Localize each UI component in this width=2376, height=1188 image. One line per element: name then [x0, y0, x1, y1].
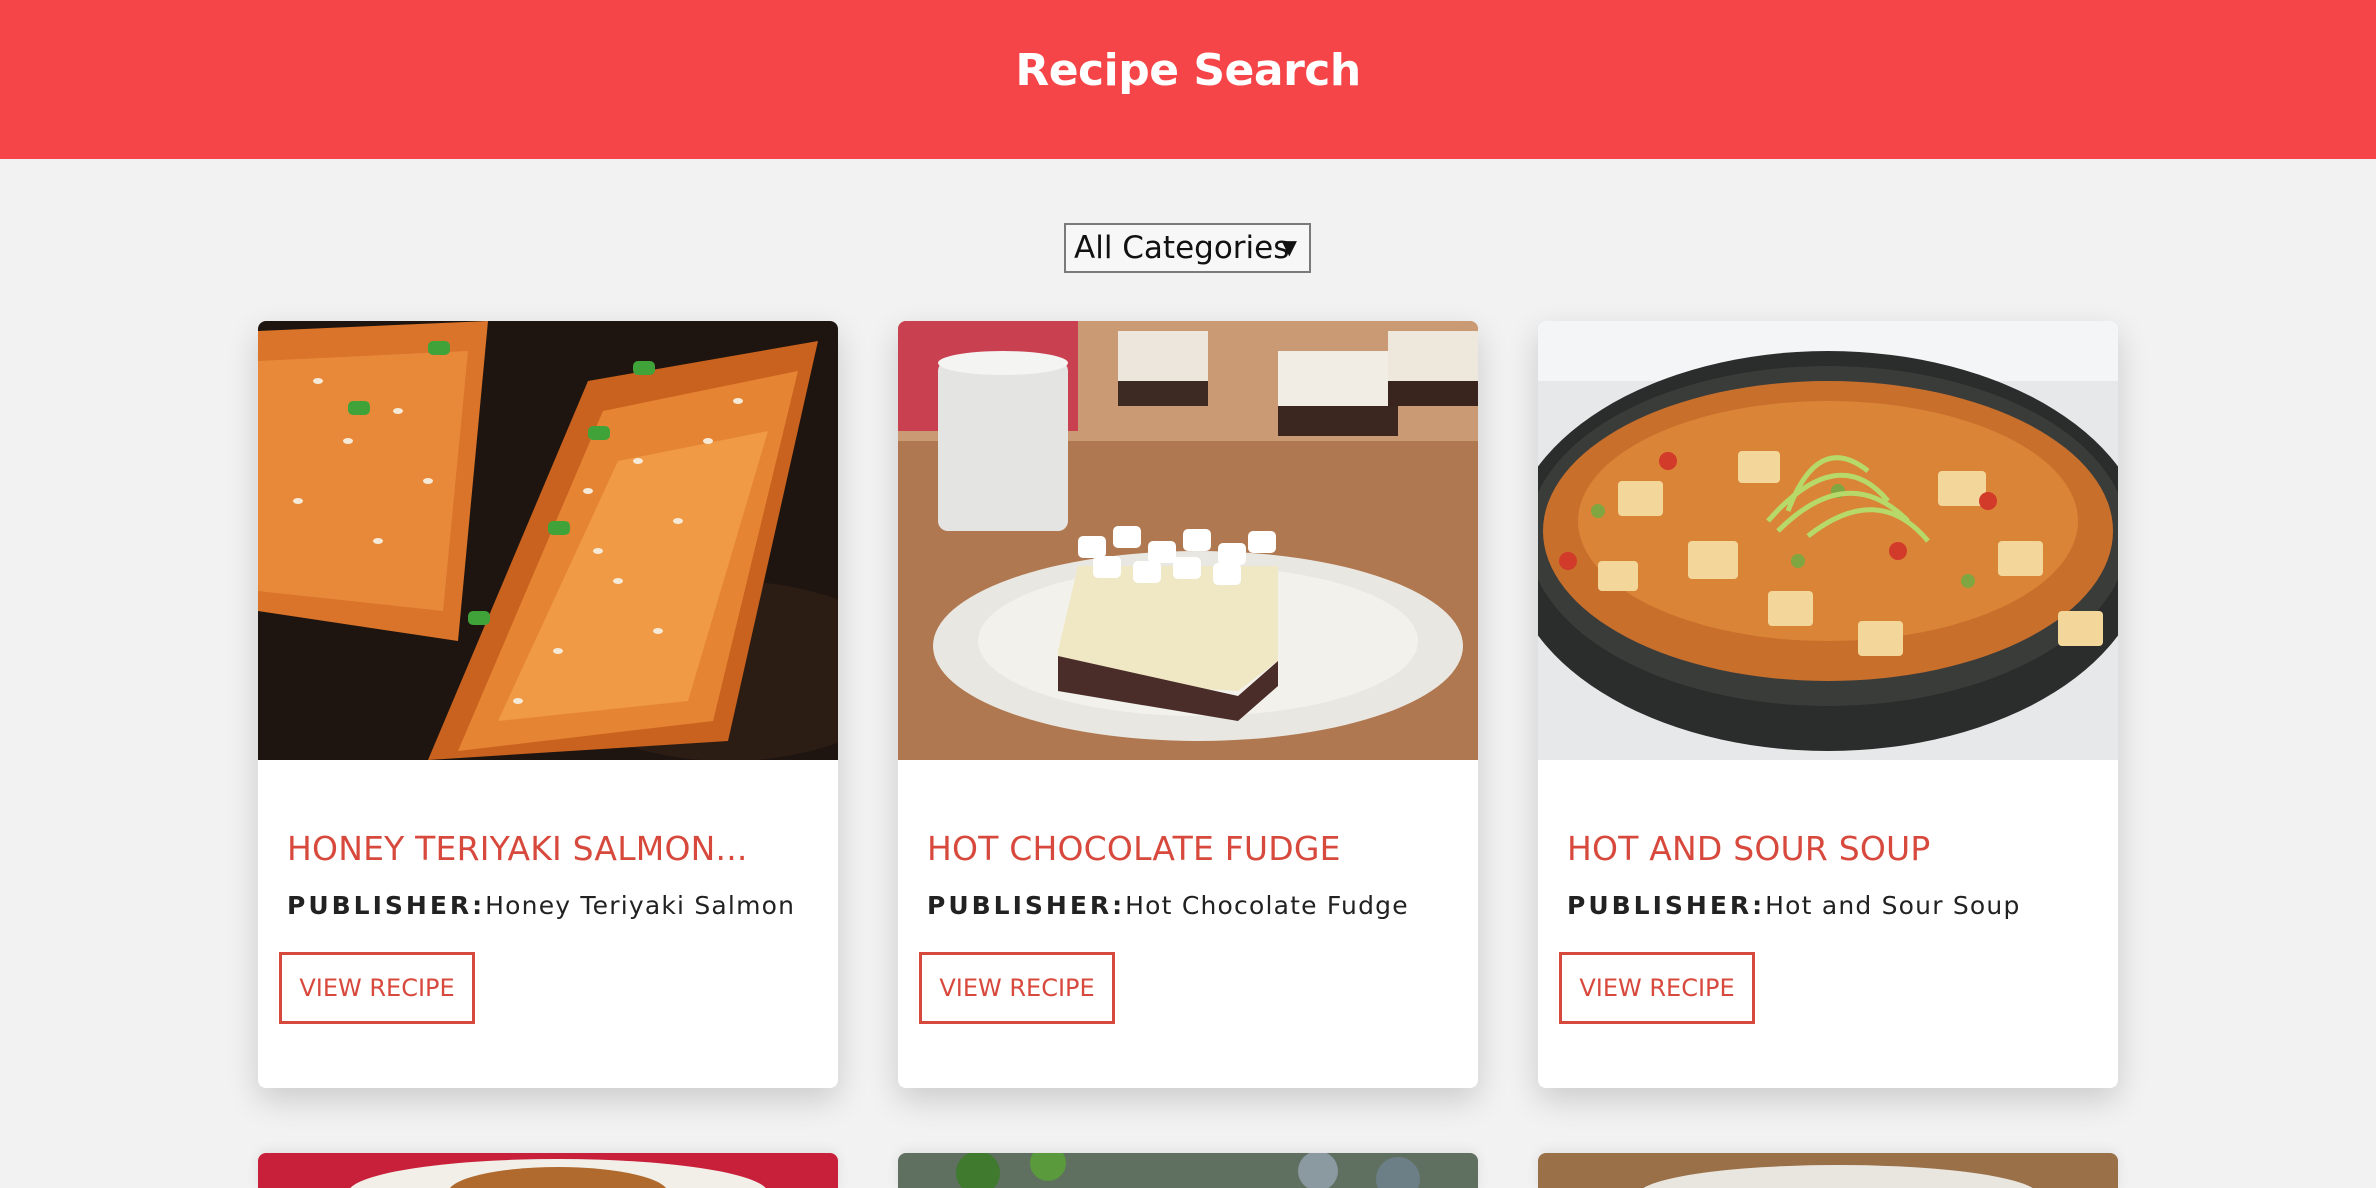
- publisher-value: Hot Chocolate Fudge: [1125, 891, 1409, 920]
- recipe-publisher: PUBLISHER:Hot Chocolate Fudge: [927, 891, 1409, 920]
- publisher-label: PUBLISHER:: [927, 891, 1126, 920]
- view-recipe-button[interactable]: VIEW RECIPE: [919, 952, 1115, 1024]
- recipe-card-partial[interactable]: [898, 1153, 1478, 1188]
- publisher-label: PUBLISHER:: [1567, 891, 1766, 920]
- recipe-card-partial[interactable]: [258, 1153, 838, 1188]
- recipe-card: HOT AND SOUR SOUP PUBLISHER:Hot and Sour…: [1538, 321, 2118, 1088]
- recipe-title: HOT CHOCOLATE FUDGE: [927, 829, 1341, 868]
- recipe-image[interactable]: [898, 321, 1478, 760]
- recipe-image[interactable]: [258, 321, 838, 760]
- recipe-publisher: PUBLISHER:Honey Teriyaki Salmon: [287, 891, 795, 920]
- chevron-down-icon: ▼: [1281, 235, 1297, 259]
- category-select[interactable]: All Categories ▼: [1064, 223, 1311, 273]
- view-recipe-button[interactable]: VIEW RECIPE: [1559, 952, 1755, 1024]
- publisher-value: Hot and Sour Soup: [1765, 891, 2021, 920]
- recipe-title: HOT AND SOUR SOUP: [1567, 829, 1931, 868]
- recipe-card: HOT CHOCOLATE FUDGE PUBLISHER:Hot Chocol…: [898, 321, 1478, 1088]
- recipe-publisher: PUBLISHER:Hot and Sour Soup: [1567, 891, 2021, 920]
- recipe-title: HONEY TERIYAKI SALMON...: [287, 829, 748, 868]
- recipe-image: [1538, 1153, 2118, 1188]
- category-select-value: All Categories: [1074, 230, 1290, 266]
- recipe-image: [898, 1153, 1478, 1188]
- page-title: Recipe Search: [1015, 45, 1361, 96]
- app-header: Recipe Search: [0, 0, 2376, 159]
- recipe-image[interactable]: [1538, 321, 2118, 760]
- recipe-card: HONEY TERIYAKI SALMON... PUBLISHER:Honey…: [258, 321, 838, 1088]
- publisher-label: PUBLISHER:: [287, 891, 486, 920]
- publisher-value: Honey Teriyaki Salmon: [485, 891, 796, 920]
- recipe-card-partial[interactable]: [1538, 1153, 2118, 1188]
- view-recipe-button[interactable]: VIEW RECIPE: [279, 952, 475, 1024]
- recipe-image: [258, 1153, 838, 1188]
